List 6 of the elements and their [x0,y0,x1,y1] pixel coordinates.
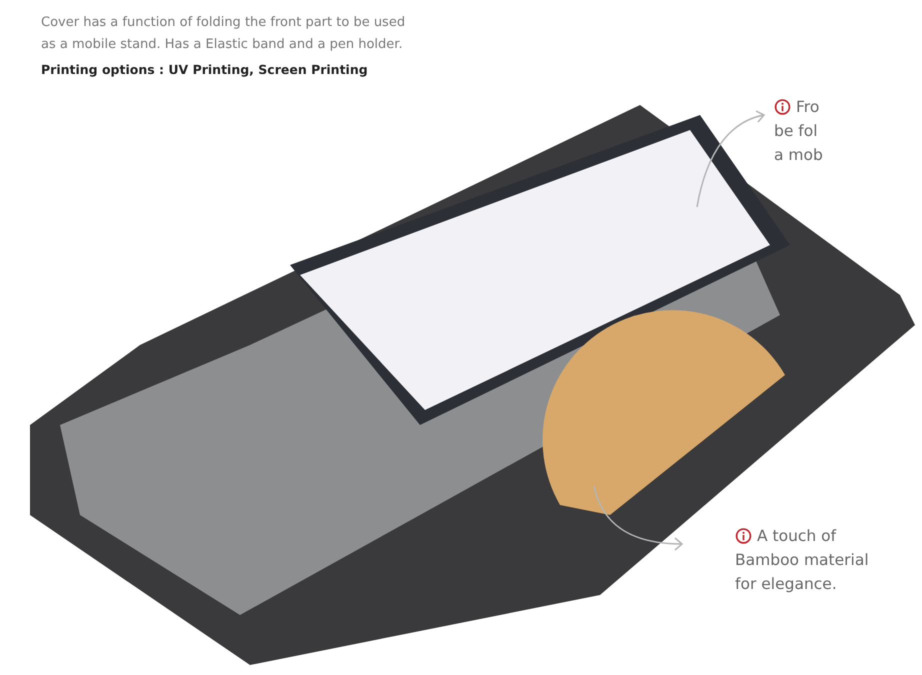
description-text: Cover has a function of folding the front part to be used [41,14,406,32]
description-text: as a mobile stand. Has a Elastic band and a pen holder. [41,36,404,54]
info-icon [774,98,791,116]
printing-options-text: Printing options : UV Printing, Screen Printing [41,62,369,77]
info-icon [735,528,752,544]
callout-text: for elegance. [735,575,837,593]
